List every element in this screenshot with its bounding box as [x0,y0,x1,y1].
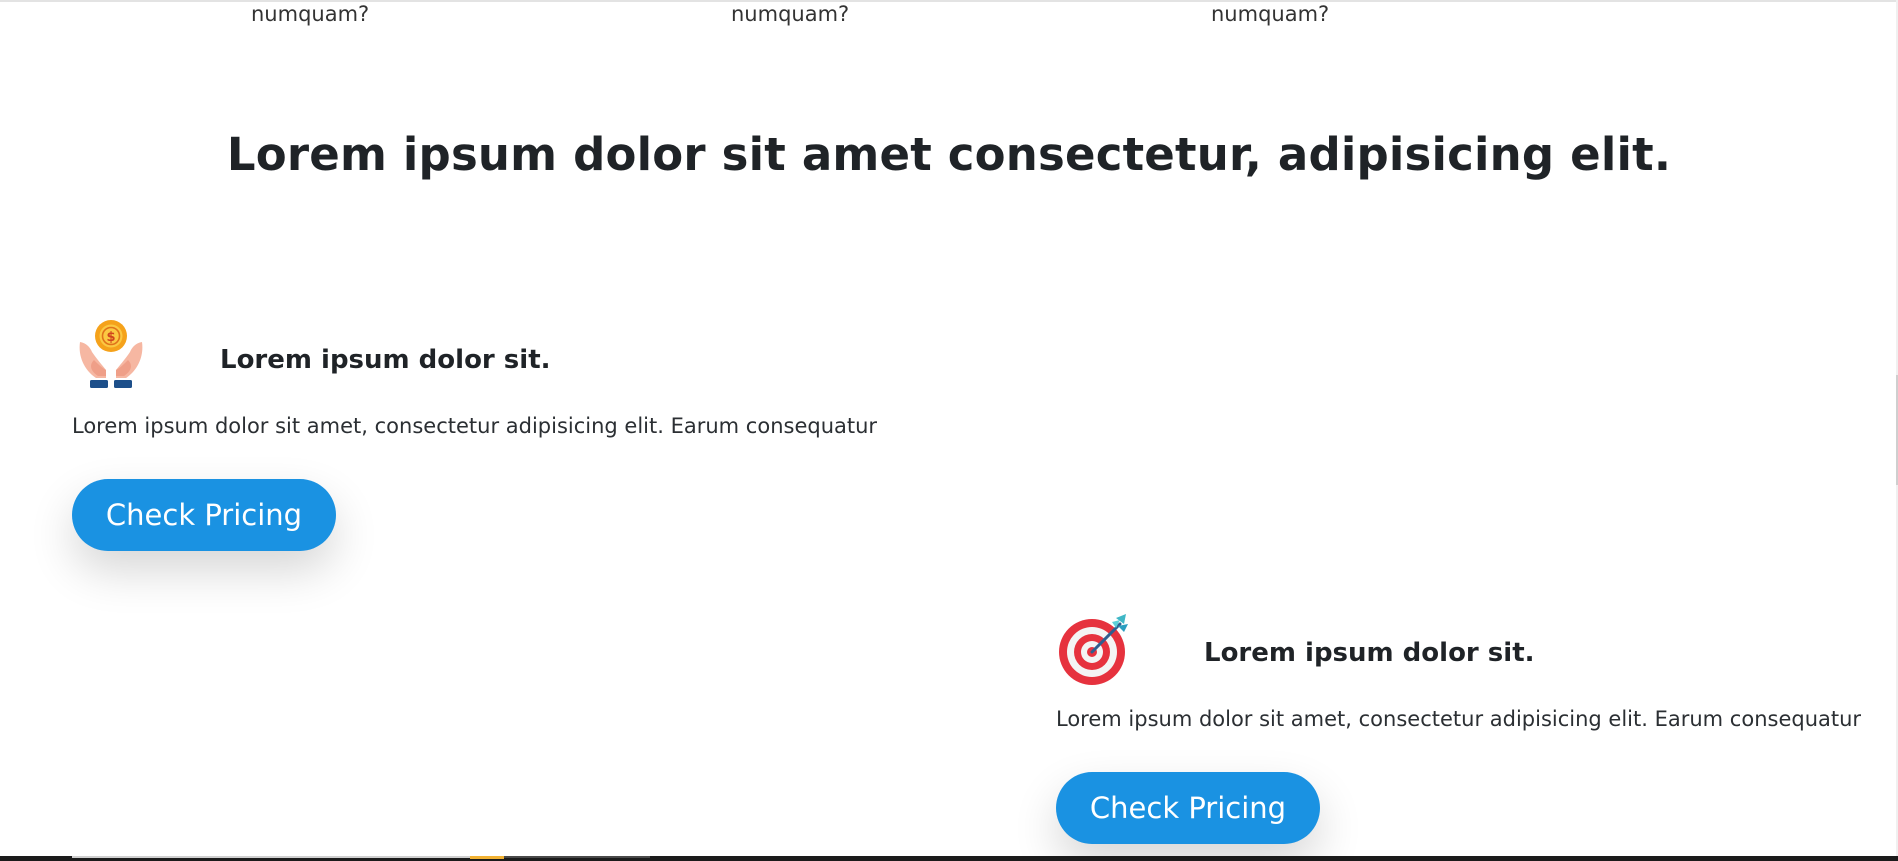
target-dart-icon [1059,614,1128,685]
top-item-text: numquam? [1211,2,1330,26]
page: numquam? numquam? numquam? Lorem ipsum d… [0,0,1898,861]
hands-coin-icon: $ [79,320,143,388]
check-pricing-button[interactable]: Check Pricing [72,479,336,551]
check-pricing-button[interactable]: Check Pricing [1056,772,1320,844]
section-heading: Lorem ipsum dolor sit amet consectetur, … [226,128,1672,181]
card-text: Lorem ipsum dolor sit amet, consectetur … [1056,707,1862,731]
top-item-text: numquam? [251,2,370,26]
bottom-strip [72,856,470,858]
card-text: Lorem ipsum dolor sit amet, consectetur … [72,414,878,438]
svg-text:$: $ [106,330,115,345]
bottom-strip [470,856,504,859]
card-title: Lorem ipsum dolor sit. [1204,638,1535,668]
top-item-text: numquam? [731,2,850,26]
bottom-strip [504,856,650,858]
card-title: Lorem ipsum dolor sit. [220,345,551,375]
